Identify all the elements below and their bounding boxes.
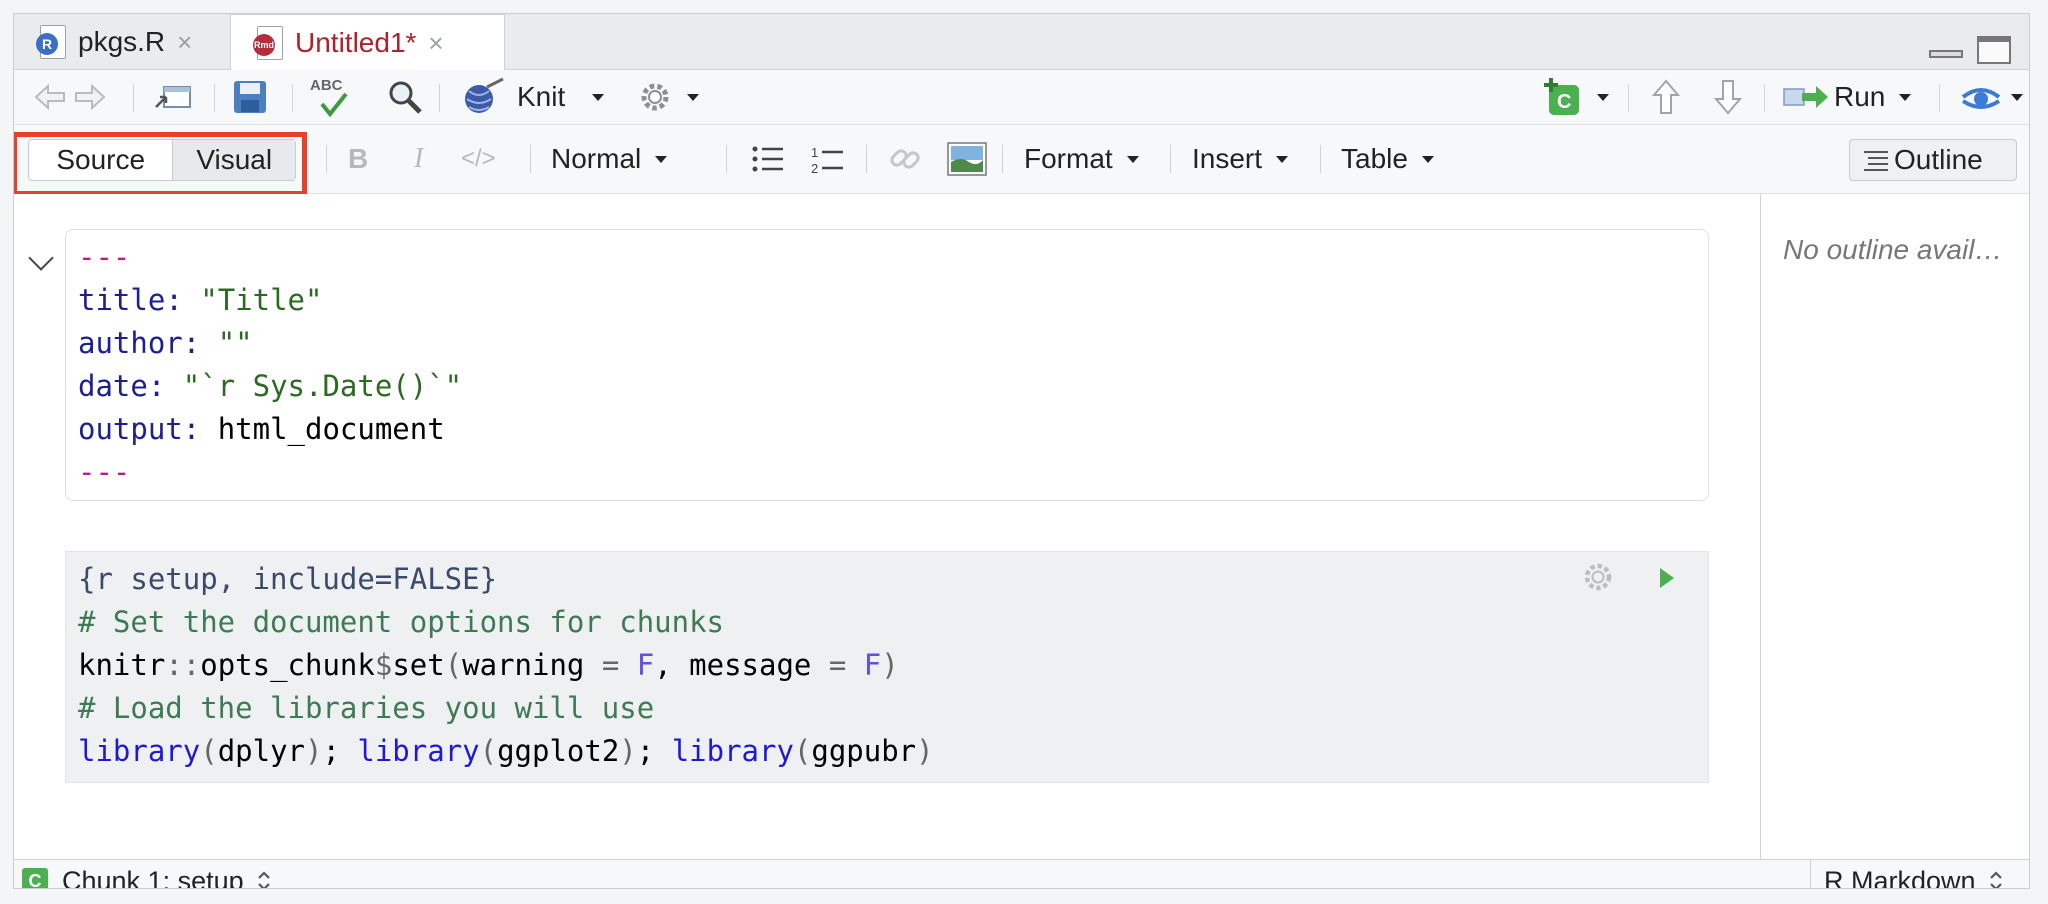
insert-chunk-button[interactable]: C [1541,70,1609,124]
tab-label: pkgs.R [78,26,166,57]
knit-button[interactable]: Knit [457,70,565,124]
tab-bar: R pkgs.R × Rmd Untitled1* × [14,14,2029,71]
close-icon[interactable]: × [177,27,192,58]
chunk-navigator[interactable]: C Chunk 1: setup [22,860,272,888]
outline-pane: No outline avail… [1760,194,2029,859]
table-menu[interactable]: Table [1341,125,1434,193]
visual-editor-area[interactable]: --- title: "Title" author: "" date: "`r … [14,194,1760,859]
knit-dropdown[interactable] [592,70,604,124]
code-chunk[interactable]: {r setup, include=FALSE} # Set the docum… [65,551,1709,783]
chunk-badge-icon: C [22,868,48,888]
next-chunk-icon[interactable] [1712,70,1744,124]
outline-empty-message: No outline avail… [1783,234,2003,265]
maximize-pane-icon[interactable] [1977,36,2011,64]
italic-button[interactable]: I [414,125,423,193]
svg-text:C: C [1557,91,1571,113]
annotation-highlight-box [14,132,307,196]
insert-menu[interactable]: Insert [1192,125,1289,193]
run-chunk-play-icon[interactable] [1656,566,1678,595]
forward-arrow-icon[interactable] [72,70,108,124]
find-replace-icon[interactable] [386,70,424,124]
yaml-header-block[interactable]: --- title: "Title" author: "" date: "`r … [65,229,1709,501]
chunk-code: {r setup, include=FALSE} # Set the docum… [78,562,934,768]
r-file-icon: R [36,25,66,59]
editor-toolbar: ABC Knit C Run [14,70,2029,125]
svg-text:1: 1 [811,145,818,160]
run-button[interactable]: Run [1782,70,1912,124]
tab-pkgs-r[interactable]: R pkgs.R × [14,14,230,70]
inline-code-button[interactable]: </> [461,125,496,193]
publish-icon[interactable] [1959,70,2023,124]
image-icon[interactable] [947,125,987,193]
bullet-list-icon[interactable] [751,125,785,193]
close-icon[interactable]: × [428,28,443,59]
document-type-selector[interactable]: R Markdown [1824,860,2004,888]
status-bar: C Chunk 1: setup R Markdown [14,859,2029,888]
svg-text:2: 2 [811,161,818,175]
minimize-pane-icon[interactable] [1929,36,1963,62]
outline-icon [1864,151,1888,171]
previous-chunk-icon[interactable] [1650,70,1682,124]
chevron-down-icon[interactable] [28,245,54,271]
visual-editor-format-bar: Source Visual B I </> Normal 12 Format I… [14,125,2029,196]
bold-button[interactable]: B [348,125,368,193]
outline-toggle-button[interactable]: Outline [1849,139,2017,181]
run-icon [1783,86,1828,108]
tab-untitled1[interactable]: Rmd Untitled1* × [230,14,505,71]
updown-chevron-icon [257,871,270,888]
save-icon[interactable] [232,70,268,124]
chunk-options-gear-icon[interactable] [1581,560,1615,599]
updown-chevron-icon [1989,871,2002,888]
spellcheck-icon[interactable]: ABC [308,70,358,124]
svg-text:ABC: ABC [310,77,343,94]
yaml-code: --- title: "Title" author: "" date: "`r … [78,240,463,489]
paragraph-style-dropdown[interactable]: Normal [551,125,668,193]
rmd-file-icon: Rmd [253,26,283,60]
editor-window: R pkgs.R × Rmd Untitled1* × ABC Knit C R… [13,13,2030,889]
link-icon[interactable] [888,125,924,193]
numbered-list-icon[interactable]: 12 [811,125,845,193]
settings-gear-icon[interactable] [637,70,699,124]
format-menu[interactable]: Format [1024,125,1139,193]
show-in-window-icon[interactable] [152,70,192,124]
knit-yarn-icon [465,77,504,113]
back-arrow-icon[interactable] [32,70,68,124]
tab-label: Untitled1* [295,27,417,58]
insert-chunk-icon: C [1544,78,1579,115]
